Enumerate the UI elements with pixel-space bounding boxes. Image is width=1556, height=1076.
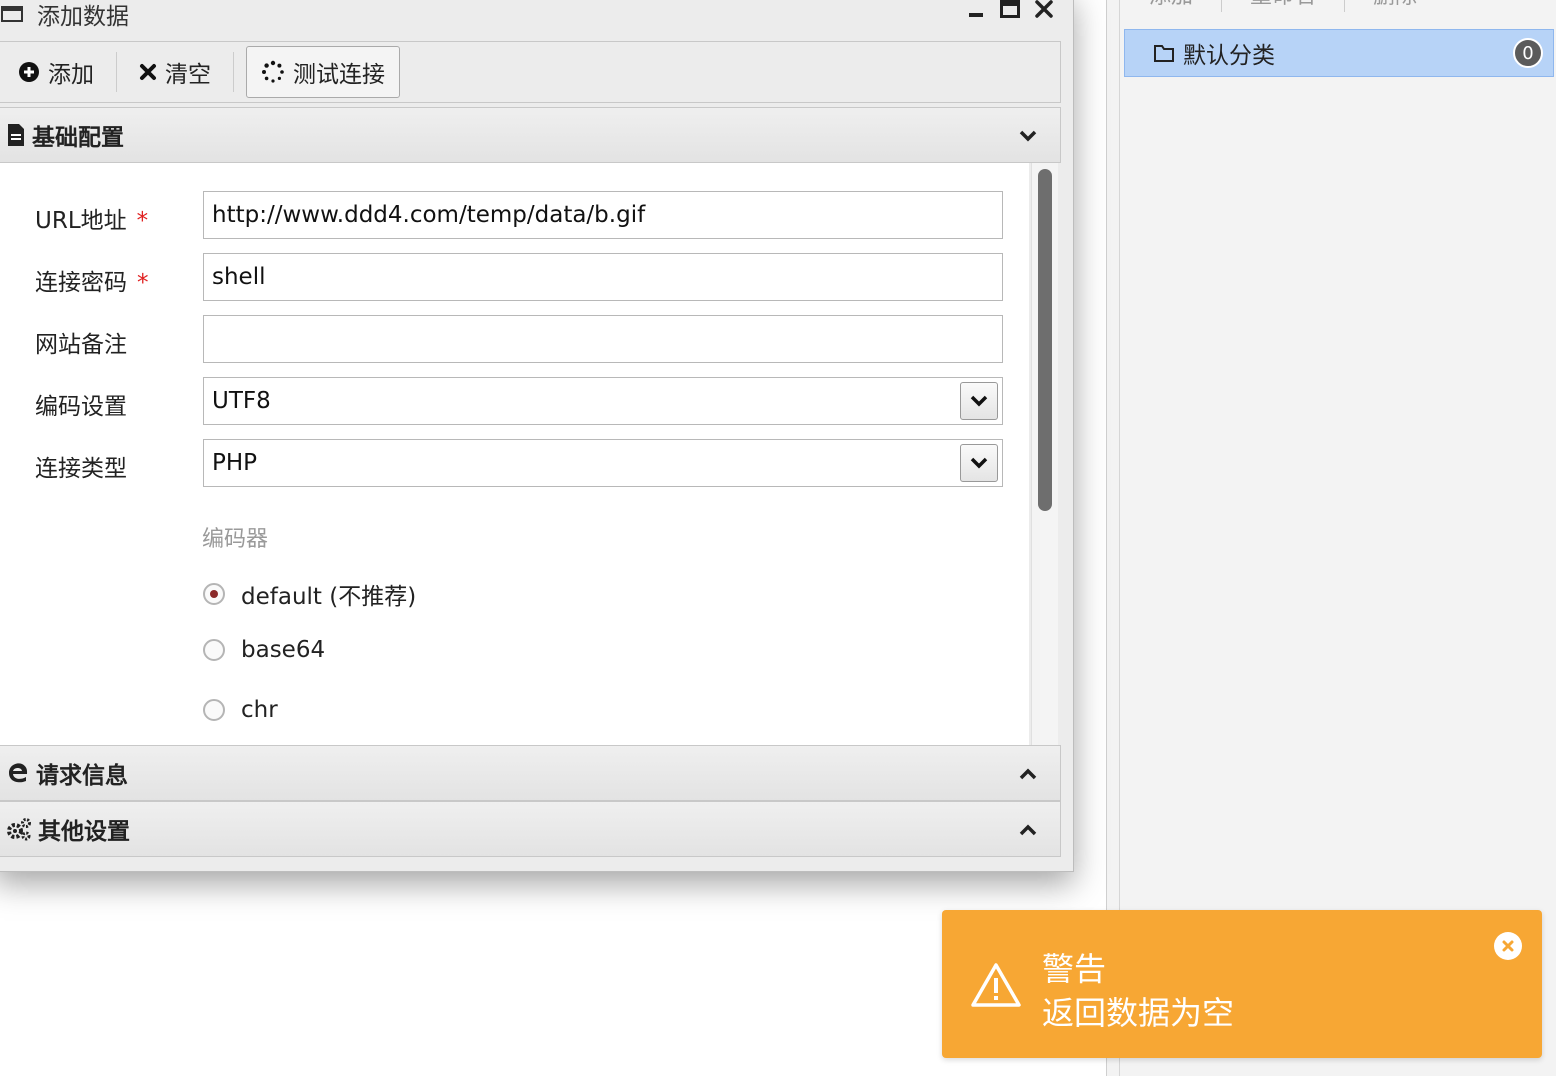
form-scrollbar[interactable] [1031, 163, 1058, 745]
toast-message: 返回数据为空 [1042, 994, 1235, 1032]
clear-button[interactable]: 清空 [117, 47, 233, 97]
document-icon [6, 123, 26, 147]
password-row: 连接密码 * shell [0, 253, 1015, 301]
warning-icon [971, 963, 1021, 1007]
warning-toast: 警告 返回数据为空 [942, 910, 1542, 1058]
dialog-toolbar: 添加 清空 测试连接 [0, 41, 1061, 103]
category-delete-button[interactable]: 删除 [1345, 0, 1445, 12]
close-icon[interactable] [1033, 0, 1055, 21]
category-item-default[interactable]: 默认分类 0 [1124, 29, 1554, 77]
gears-icon [6, 817, 32, 841]
password-label: 连接密码 * [35, 270, 149, 296]
note-label: 网站备注 [35, 332, 127, 358]
encoder-label: 编码器 [202, 527, 269, 552]
encoder-option-chr[interactable]: chr [203, 697, 278, 723]
category-add-button[interactable]: 添加 [1121, 0, 1223, 12]
url-row: URL地址 * http://www.ddd4.com/temp/data/b.g… [0, 191, 1015, 239]
encoder-option-default[interactable]: default (不推荐) [203, 577, 416, 611]
maximize-icon[interactable] [999, 0, 1021, 21]
type-select[interactable]: PHP [203, 439, 1003, 487]
encoding-value: UTF8 [212, 388, 271, 414]
encoding-label: 编码设置 [35, 394, 127, 420]
encoder-option-label: base64 [241, 637, 326, 663]
add-button-label: 添加 [48, 62, 94, 88]
encoding-dropdown-button[interactable] [960, 382, 998, 420]
chevron-up-icon[interactable] [1018, 820, 1038, 840]
toolbar-separator [233, 52, 234, 92]
clear-button-label: 清空 [165, 62, 211, 88]
chevron-up-icon[interactable] [1018, 764, 1038, 784]
dialog-titlebar[interactable]: 添加数据 [0, 0, 1073, 37]
type-label: 连接类型 [35, 456, 127, 482]
category-count-badge: 0 [1513, 38, 1543, 68]
test-connection-label: 测试连接 [293, 62, 385, 88]
url-input[interactable]: http://www.ddd4.com/temp/data/b.gif [203, 191, 1003, 239]
toast-close-icon[interactable] [1494, 932, 1522, 960]
category-toolbar: 添加 重命名 删除 [1121, 0, 1556, 12]
chevron-down-icon[interactable] [1018, 126, 1038, 146]
scrollbar-thumb[interactable] [1038, 169, 1052, 511]
section-basic-config[interactable]: 基础配置 [0, 107, 1061, 163]
x-icon [140, 64, 156, 80]
type-value: PHP [212, 450, 258, 476]
encoder-option-label: chr [241, 697, 278, 723]
radio-button[interactable] [203, 639, 225, 661]
radio-button[interactable] [203, 699, 225, 721]
type-row: 连接类型 PHP [0, 439, 1015, 487]
encoding-row: 编码设置 UTF8 [0, 377, 1015, 425]
type-dropdown-button[interactable] [960, 444, 998, 482]
window-controls [965, 0, 1055, 21]
folder-icon [1154, 45, 1174, 62]
chevron-down-icon [970, 395, 988, 407]
dialog-title: 添加数据 [37, 4, 129, 30]
test-connection-button[interactable]: 测试连接 [246, 46, 400, 98]
encoder-option-base64[interactable]: base64 [203, 637, 325, 663]
minimize-icon[interactable] [965, 0, 987, 21]
section-title: 请求信息 [36, 763, 128, 789]
section-title: 基础配置 [32, 125, 124, 151]
category-label: 默认分类 [1183, 43, 1275, 69]
window-icon [1, 6, 23, 22]
section-title: 其他设置 [38, 819, 130, 845]
encoder-option-label: default (不推荐) [241, 584, 417, 610]
toast-title: 警告 [1042, 950, 1107, 988]
add-data-dialog: 添加数据 添加 清空 测试连接 基础配置 URL地址 * http://www.… [0, 0, 1074, 872]
plus-circle-icon [19, 62, 39, 82]
category-rename-button[interactable]: 重命名 [1222, 0, 1346, 12]
note-row: 网站备注 [0, 315, 1015, 363]
encoding-select[interactable]: UTF8 [203, 377, 1003, 425]
url-label: URL地址 * [35, 208, 149, 234]
password-input[interactable]: shell [203, 253, 1003, 301]
chevron-down-icon [970, 457, 988, 469]
edge-icon [6, 761, 30, 785]
note-input[interactable] [203, 315, 1003, 363]
basic-config-form: URL地址 * http://www.ddd4.com/temp/data/b.g… [0, 163, 1029, 745]
section-other-settings[interactable]: 其他设置 [0, 801, 1061, 857]
section-request-info[interactable]: 请求信息 [0, 745, 1061, 801]
radio-button[interactable] [203, 583, 225, 605]
add-button[interactable]: 添加 [0, 47, 116, 97]
spinner-icon [262, 60, 284, 83]
